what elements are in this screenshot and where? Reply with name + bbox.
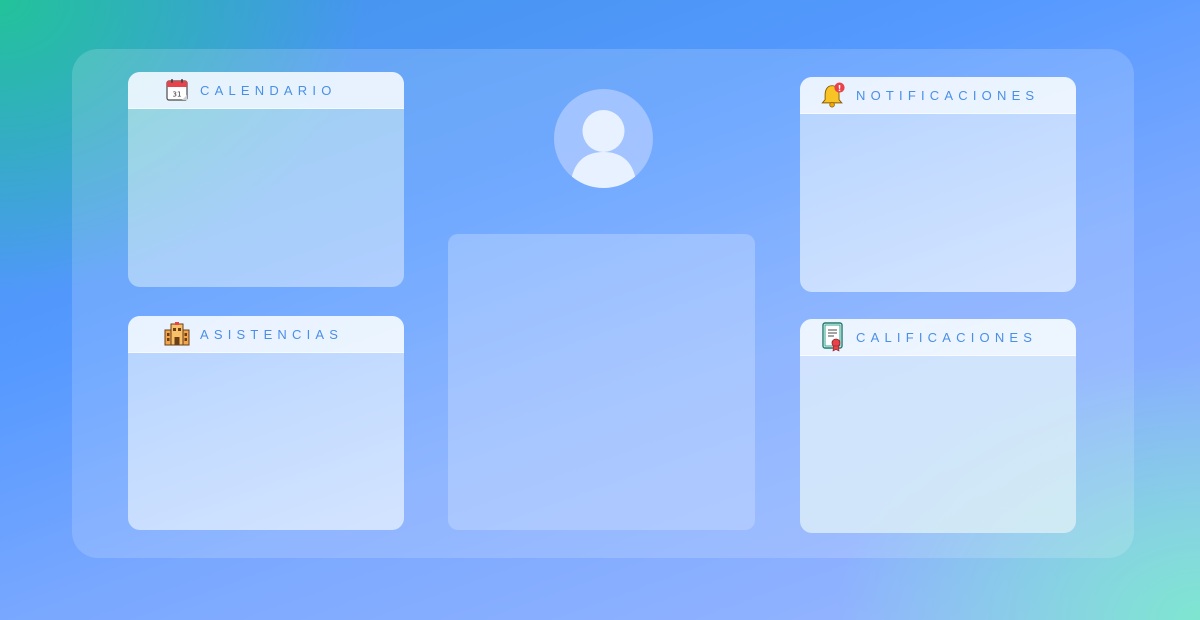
calendar-card[interactable]: 31 CALENDARIO [128, 72, 404, 287]
grades-card-header: CALIFICACIONES [800, 319, 1076, 356]
notifications-card-title: NOTIFICACIONES [856, 87, 1040, 103]
school-building-icon [164, 321, 190, 347]
notification-badge: ! [838, 83, 842, 93]
attendance-card-body [128, 353, 404, 530]
calendar-card-body [128, 109, 404, 287]
user-avatar-icon[interactable] [554, 89, 653, 188]
attendance-card-title: ASISTENCIAS [200, 326, 344, 342]
certificate-icon [820, 322, 846, 352]
calendar-card-header: 31 CALENDARIO [128, 72, 404, 109]
calendar-icon: 31 [164, 77, 190, 103]
notifications-card-header: ! NOTIFICACIONES [800, 77, 1076, 114]
grades-card[interactable]: CALIFICACIONES [800, 319, 1076, 533]
calendar-card-title: CALENDARIO [200, 82, 337, 98]
grades-card-body [800, 356, 1076, 533]
attendance-card-header: ASISTENCIAS [128, 316, 404, 353]
bell-icon: ! [820, 82, 846, 108]
profile-panel [448, 234, 755, 530]
grades-card-title: CALIFICACIONES [856, 329, 1038, 345]
notifications-card-body [800, 114, 1076, 292]
notifications-card[interactable]: ! NOTIFICACIONES [800, 77, 1076, 292]
attendance-card[interactable]: ASISTENCIAS [128, 316, 404, 530]
calendar-icon-day: 31 [173, 91, 182, 99]
